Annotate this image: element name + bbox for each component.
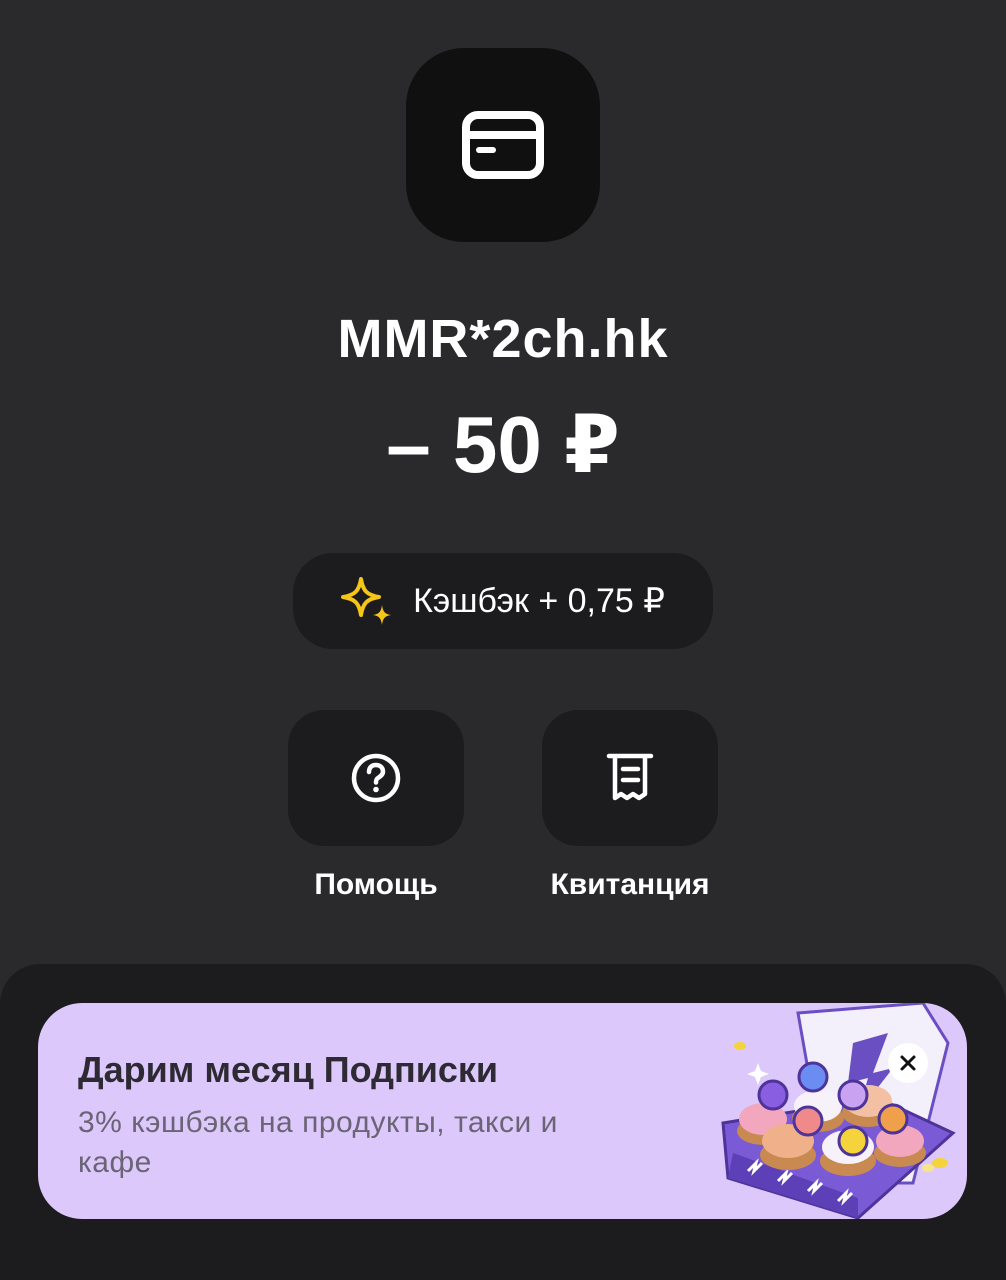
help-button[interactable] xyxy=(288,710,464,846)
close-banner-button[interactable] xyxy=(888,1043,928,1083)
merchant-logo xyxy=(406,48,600,242)
transaction-amount: – 50 ₽ xyxy=(386,400,620,489)
cashback-label: Кэшбэк + 0,75 ₽ xyxy=(413,582,665,620)
cashback-badge[interactable]: Кэшбэк + 0,75 ₽ xyxy=(293,553,713,649)
promo-text: 3% кэшбэка на продукты, такси и кафе xyxy=(78,1106,558,1179)
help-action[interactable]: Помощь xyxy=(288,710,464,901)
sparkles-icon xyxy=(341,577,392,625)
cupcake-box-illustration xyxy=(721,1003,956,1219)
credit-card-icon xyxy=(462,111,544,179)
receipt-button[interactable] xyxy=(542,710,718,846)
promo-title: Дарим месяц Подписки xyxy=(78,1049,499,1090)
receipt-icon xyxy=(606,753,654,801)
promo-banner[interactable]: Дарим месяц Подписки 3% кэшбэка на проду… xyxy=(38,1003,967,1219)
receipt-label: Квитанция xyxy=(550,868,710,901)
receipt-action[interactable]: Квитанция xyxy=(542,710,718,901)
question-circle-icon xyxy=(351,753,401,803)
close-icon xyxy=(900,1055,916,1071)
help-label: Помощь xyxy=(314,868,438,901)
merchant-name: MMR*2ch.hk xyxy=(337,309,669,369)
